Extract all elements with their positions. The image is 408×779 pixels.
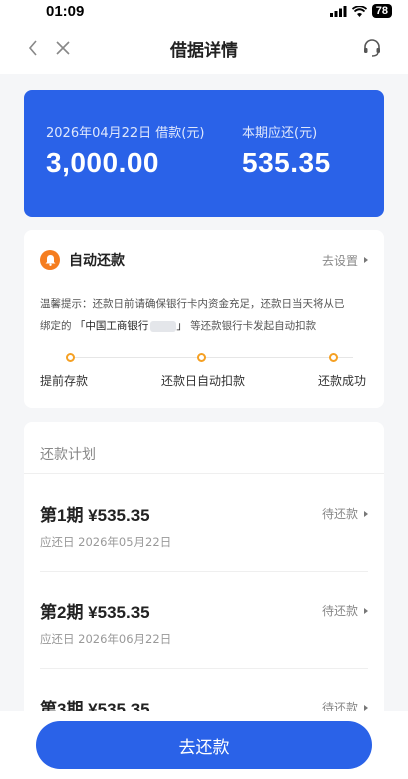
bank-name-close: 」 (176, 320, 187, 332)
wifi-icon (351, 5, 367, 17)
chevron-right-icon (364, 607, 368, 614)
plan-status-link[interactable]: 待还款 (322, 602, 368, 619)
chevron-right-icon (364, 257, 368, 263)
back-icon[interactable] (28, 40, 38, 56)
timeline-dot (66, 353, 75, 362)
plan-list-item[interactable]: 第1期 ¥535.35 待还款 应还日 2026年05月22日 (24, 474, 384, 571)
timeline-step-label: 提前存款 (40, 374, 89, 388)
loan-date-label: 2026年04月22日 借款(元) (46, 126, 205, 141)
content: 2026年04月22日 借款(元) 3,000.00 本期应还(元) 535.3… (0, 74, 408, 742)
plan-period-amount: 第2期 ¥535.35 (40, 603, 150, 622)
plan-period-amount: 第1期 ¥535.35 (40, 506, 150, 525)
setting-link-label: 去设置 (321, 253, 358, 268)
repay-button[interactable]: 去还款 (36, 721, 372, 769)
tip-prefix: 绑定的 (40, 320, 72, 332)
signal-icon (329, 5, 347, 17)
due-amount-block: 本期应还(元) 535.35 (242, 122, 331, 217)
nav-bar: 借据详情 (0, 22, 408, 74)
status-time: 01:09 (46, 2, 85, 20)
timeline-dot (329, 353, 338, 362)
close-icon[interactable] (56, 41, 70, 55)
plan-due-date: 应还日 2026年05月22日 (40, 535, 172, 549)
loan-amount-block: 2026年04月22日 借款(元) 3,000.00 (46, 122, 242, 217)
chevron-right-icon (364, 704, 368, 711)
timeline-dot (197, 353, 206, 362)
masked-card-number (150, 320, 177, 332)
tip-suffix: 等还款银行卡发起自动扣款 (190, 320, 317, 332)
due-amount: 535.35 (242, 147, 331, 178)
customer-service-icon[interactable] (362, 38, 382, 58)
plan-status: 待还款 (321, 507, 358, 521)
bank-name-text: 「中国工商银行 (74, 320, 149, 332)
auto-repay-tip: 温馨提示：还款日前请确保银行卡内资金充足，还款日当天将从已 绑定的 「中国工商银… (40, 293, 368, 337)
status-bar: 01:09 78 (0, 0, 408, 22)
auto-repay-setting-link[interactable]: 去设置 (322, 252, 368, 269)
auto-repay-title: 自动还款 (69, 253, 125, 269)
repay-plan-title: 还款计划 (24, 422, 384, 474)
status-icons: 78 (329, 4, 392, 18)
loan-amount: 3,000.00 (46, 147, 159, 178)
tip-line-1: 温馨提示：还款日前请确保银行卡内资金充足，还款日当天将从已 (40, 298, 345, 310)
repay-plan-card: 还款计划 第1期 ¥535.35 待还款 应还日 2026年05月22日 第2期… (24, 422, 384, 742)
plan-list-item[interactable]: 第2期 ¥535.35 待还款 应还日 2026年06月22日 (24, 571, 384, 668)
repay-process-timeline: 提前存款 还款日自动扣款 还款成功 (40, 353, 368, 393)
timeline-step-label: 还款成功 (318, 374, 367, 388)
battery-icon: 78 (371, 4, 392, 18)
tip-line-2: 绑定的 「中国工商银行 」 等还款银行卡发起自动扣款 (40, 315, 368, 337)
bank-name: 「中国工商银行 」 (75, 320, 187, 332)
bottom-bar: 去还款 (0, 711, 408, 779)
timeline-step-label: 还款日自动扣款 (161, 374, 246, 388)
auto-repay-card: 自动还款 去设置 温馨提示：还款日前请确保银行卡内资金充足，还款日当天将从已 绑… (24, 230, 384, 408)
plan-status: 待还款 (321, 604, 358, 618)
due-label: 本期应还(元) (242, 126, 318, 141)
bell-icon (40, 250, 60, 270)
plan-status-link[interactable]: 待还款 (322, 505, 368, 522)
timeline-line (71, 357, 353, 358)
chevron-right-icon (364, 510, 368, 517)
plan-due-date: 应还日 2026年06月22日 (40, 632, 172, 646)
loan-summary-card: 2026年04月22日 借款(元) 3,000.00 本期应还(元) 535.3… (24, 90, 384, 217)
